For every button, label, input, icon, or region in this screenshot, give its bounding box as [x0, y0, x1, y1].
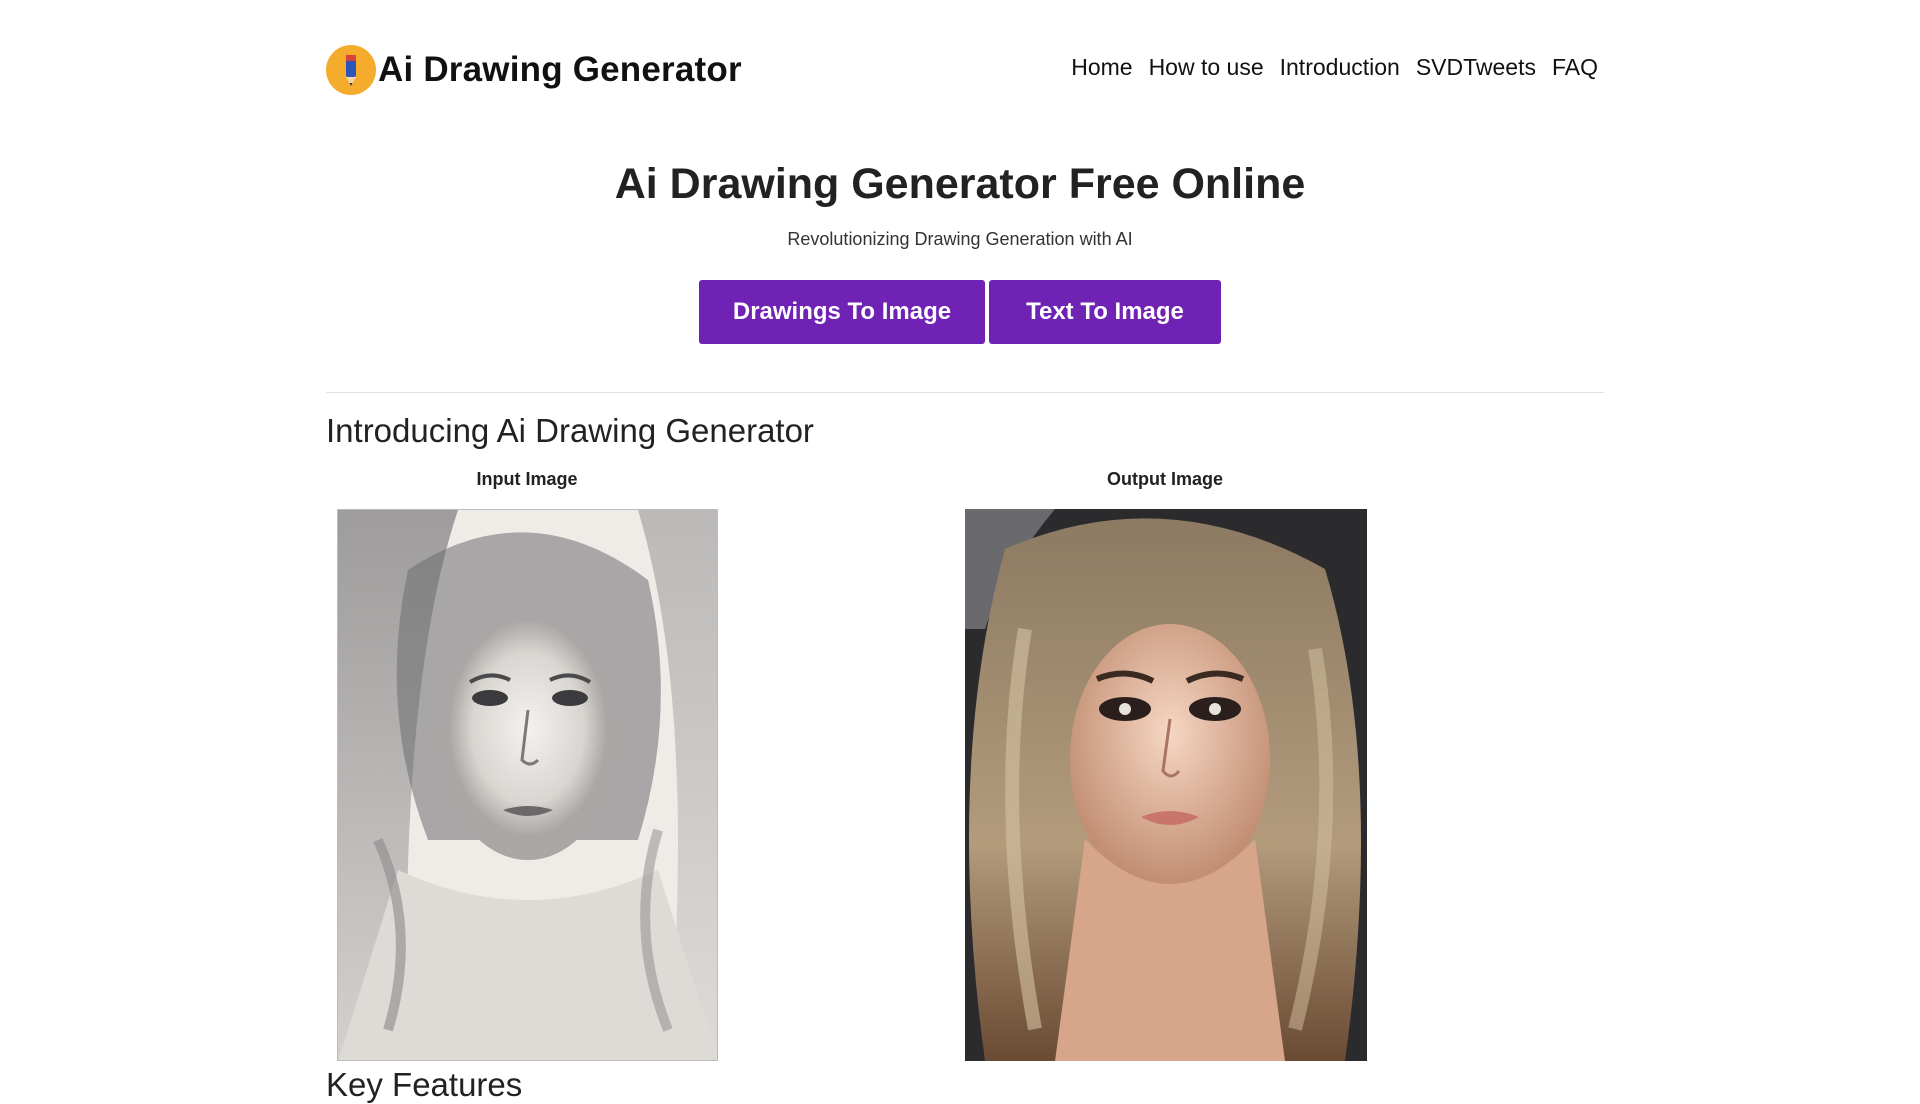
input-image — [337, 509, 718, 1061]
divider — [326, 392, 1604, 393]
nav-introduction[interactable]: Introduction — [1280, 54, 1400, 81]
nav-home[interactable]: Home — [1071, 54, 1132, 81]
pencil-icon — [326, 45, 376, 95]
key-features-title: Key Features — [326, 1066, 523, 1103]
nav-faq[interactable]: FAQ — [1552, 54, 1598, 81]
output-image-label: Output Image — [1107, 469, 1223, 489]
page-subtitle: Revolutionizing Drawing Generation with … — [787, 229, 1133, 249]
nav-how-to-use[interactable]: How to use — [1149, 54, 1264, 81]
cta-group: Drawings To Image Text To Image — [0, 280, 1920, 344]
site-header: Ai Drawing Generator Home How to use Int… — [326, 40, 1598, 100]
output-image — [965, 509, 1367, 1061]
main-nav: Home How to use Introduction SVDTweets F… — [1071, 54, 1598, 81]
brand[interactable]: Ai Drawing Generator — [326, 40, 742, 100]
section-title: Introducing Ai Drawing Generator — [326, 412, 814, 449]
drawings-to-image-button[interactable]: Drawings To Image — [699, 280, 985, 344]
text-to-image-button[interactable]: Text To Image — [989, 280, 1221, 344]
nav-svdtweets[interactable]: SVDTweets — [1416, 54, 1536, 81]
input-image-label: Input Image — [476, 469, 578, 489]
page: Ai Drawing Generator Home How to use Int… — [0, 0, 1920, 1103]
page-title: Ai Drawing Generator Free Online — [614, 160, 1306, 208]
brand-name: Ai Drawing Generator — [378, 50, 742, 89]
